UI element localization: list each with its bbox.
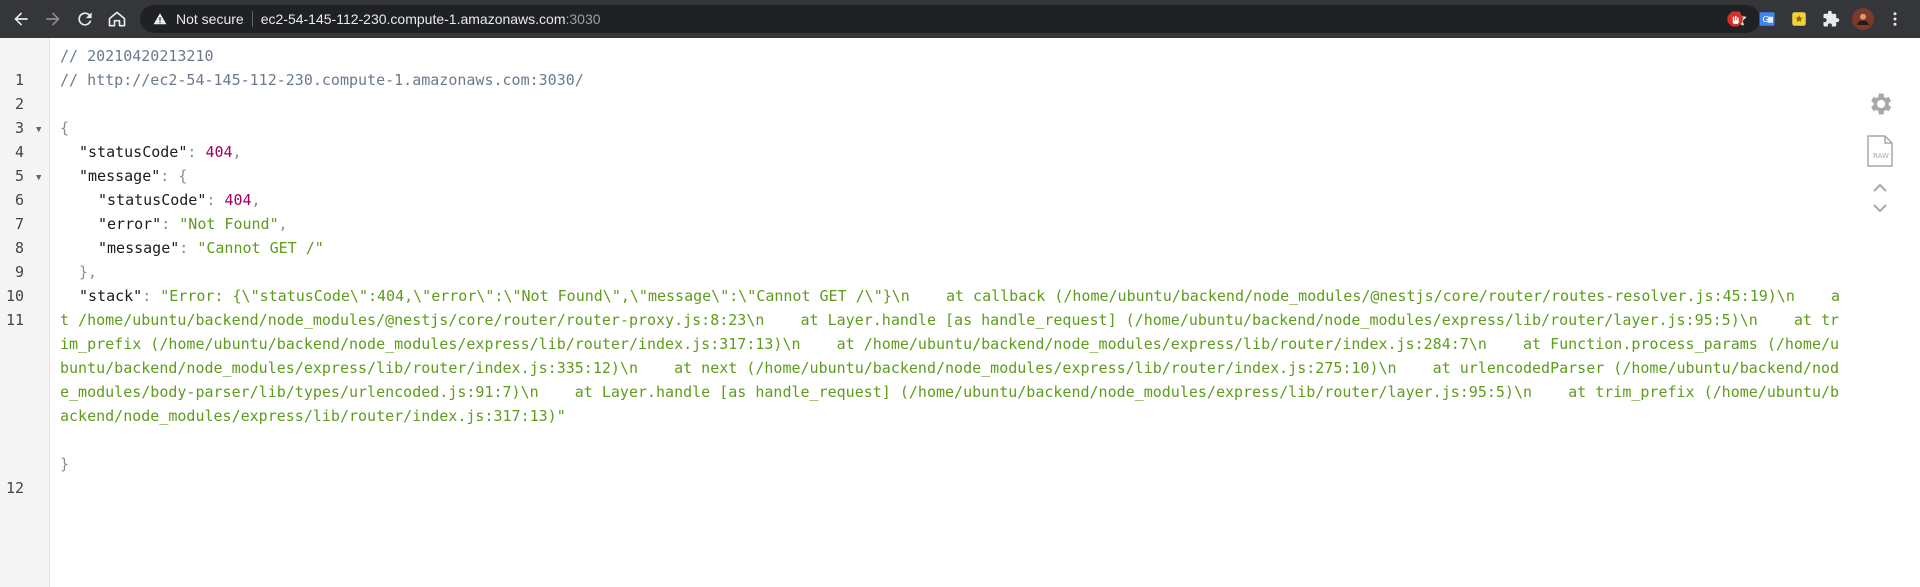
address-bar[interactable]: Not secure ec2-54-145-112-230.compute-1.… bbox=[140, 5, 1760, 33]
back-button[interactable] bbox=[6, 4, 36, 34]
menu-kebab-icon[interactable] bbox=[1884, 8, 1906, 30]
arrow-right-icon bbox=[46, 12, 60, 26]
forward-button[interactable] bbox=[38, 4, 68, 34]
home-button[interactable] bbox=[102, 4, 132, 34]
notes-extension-icon[interactable] bbox=[1788, 8, 1810, 30]
profile-avatar[interactable] bbox=[1852, 8, 1874, 30]
raw-label: RAW bbox=[1873, 152, 1889, 160]
extensions-puzzle-icon[interactable] bbox=[1820, 8, 1842, 30]
raw-file-icon[interactable]: RAW bbox=[1862, 134, 1898, 178]
json-number: 404 bbox=[205, 143, 233, 161]
browser-toolbar: Not secure ec2-54-145-112-230.compute-1.… bbox=[0, 0, 1920, 38]
json-key: "message" bbox=[98, 239, 180, 257]
line-number: 11 bbox=[5, 311, 24, 329]
code-line: 4 ▼ { bbox=[0, 116, 1920, 161]
gear-icon[interactable] bbox=[1862, 90, 1898, 130]
translate-extension-icon[interactable]: G bbox=[1756, 8, 1778, 30]
json-key: "statusCode" bbox=[79, 143, 188, 161]
viewer-tools: RAW bbox=[1862, 90, 1898, 216]
json-number: 404 bbox=[224, 191, 252, 209]
code-line: 8 "error": "Not Found", bbox=[0, 212, 1920, 257]
line-number: 12 bbox=[5, 479, 24, 497]
extensions-area: G bbox=[1724, 0, 1906, 38]
home-icon bbox=[108, 11, 126, 27]
url-port[interactable]: :3030 bbox=[566, 11, 601, 27]
code-line: 7 "statusCode": 404, bbox=[0, 188, 1920, 233]
code-line: 12 } bbox=[0, 452, 1920, 497]
json-key: "message" bbox=[79, 167, 161, 185]
json-key: "error" bbox=[98, 215, 162, 233]
nested-close-brace: }, bbox=[79, 263, 98, 281]
code-line: 5 "statusCode": 404, bbox=[0, 140, 1920, 185]
security-status[interactable]: Not secure bbox=[176, 11, 244, 27]
fold-toggle-icon[interactable]: ▼ bbox=[36, 166, 41, 190]
omnibox-separator bbox=[251, 11, 253, 27]
close-brace: } bbox=[60, 455, 70, 473]
json-string: "Cannot GET /" bbox=[197, 239, 324, 257]
comment-timestamp: // 20210420213210 bbox=[60, 47, 214, 65]
json-key: "stack" bbox=[79, 287, 143, 305]
reload-button[interactable] bbox=[70, 4, 100, 34]
code-line: 6 ▼ "message": { bbox=[0, 164, 1920, 209]
url-host[interactable]: ec2-54-145-112-230.compute-1.amazonaws.c… bbox=[261, 11, 566, 27]
reload-icon bbox=[78, 12, 92, 26]
code-line: 2 // http://ec2-54-145-112-230.compute-1… bbox=[0, 68, 1920, 113]
stack-trace-value: "stack": "Error: {\"statusCode\":404,\"e… bbox=[60, 287, 1841, 425]
fold-toggle-icon[interactable]: ▼ bbox=[36, 118, 41, 142]
json-string: "Not Found" bbox=[179, 215, 279, 233]
arrow-left-icon bbox=[14, 12, 28, 26]
open-brace: { bbox=[60, 119, 70, 137]
warning-icon[interactable] bbox=[152, 11, 168, 27]
code-line: 3 bbox=[0, 92, 1920, 137]
adblock-extension-icon[interactable] bbox=[1724, 8, 1746, 30]
code-line: 9 "message": "Cannot GET /" bbox=[0, 236, 1920, 281]
json-key: "statusCode" bbox=[98, 191, 207, 209]
comment-url: // http://ec2-54-145-112-230.compute-1.a… bbox=[60, 71, 584, 89]
chevron-up-down-icon[interactable] bbox=[1862, 180, 1898, 216]
json-viewer: 1 // 20210420213210 2 // http://ec2-54-1… bbox=[0, 38, 1920, 587]
code-line: 10 }, bbox=[0, 260, 1920, 305]
code-line: 1 // 20210420213210 bbox=[0, 44, 1920, 89]
json-string: "Error: {\"statusCode\":404,\"error\":\"… bbox=[60, 287, 1841, 425]
